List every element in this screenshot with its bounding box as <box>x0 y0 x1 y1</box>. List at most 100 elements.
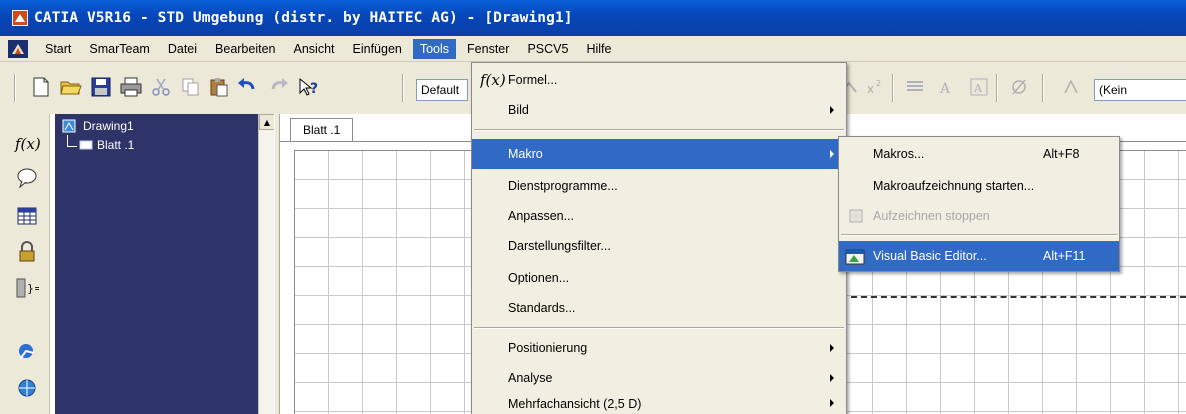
menu-item-optionen[interactable]: Optionen... <box>472 263 846 293</box>
menu-item-visual-basic-editor[interactable]: Visual Basic Editor... Alt+F11 <box>839 241 1119 271</box>
submenu-arrow-icon <box>830 399 834 407</box>
menu-item-anpassen[interactable]: Anpassen... <box>472 201 846 231</box>
paste-icon[interactable] <box>206 74 232 100</box>
menu-datei[interactable]: Datei <box>161 39 204 59</box>
menu-hilfe[interactable]: Hilfe <box>579 39 618 59</box>
menu-item-mehrfachansicht[interactable]: Mehrfachansicht (2,5 D) <box>472 393 846 414</box>
menu-fenster[interactable]: Fenster <box>460 39 516 59</box>
menu-item-aufzeichnen-stoppen: Aufzeichnen stoppen <box>839 201 1119 231</box>
open-folder-icon[interactable] <box>58 74 84 100</box>
menu-shortcut: Alt+F8 <box>1043 147 1080 161</box>
svg-text:2: 2 <box>876 79 881 88</box>
svg-text:?: ? <box>310 81 318 97</box>
menu-item-label: Visual Basic Editor... <box>873 249 987 263</box>
whats-this-help-icon[interactable]: ? <box>296 74 322 100</box>
menu-bearbeiten[interactable]: Bearbeiten <box>208 39 282 59</box>
tree-scrollbar[interactable]: ▲ <box>258 114 275 414</box>
menu-item-makros[interactable]: Makros... Alt+F8 <box>839 139 1119 169</box>
submenu-arrow-icon <box>830 106 834 114</box>
menu-item-label: Dienstprogramme... <box>508 179 618 193</box>
diameter-symbol-icon[interactable] <box>1006 74 1032 100</box>
svg-text:f(x): f(x) <box>14 135 40 153</box>
tools-menu: f(x) Formel... Bild Makro Dienstprogramm… <box>471 62 847 414</box>
lock-icon[interactable] <box>12 238 42 266</box>
menu-item-label: Bild <box>508 103 529 117</box>
tree-connector <box>67 146 77 147</box>
toolbar-separator <box>14 74 16 102</box>
menu-separator <box>474 129 844 131</box>
framed-text-icon[interactable]: A <box>966 74 992 100</box>
menu-item-makro[interactable]: Makro <box>472 139 846 169</box>
analysis-icon[interactable] <box>12 338 42 366</box>
comment-icon[interactable] <box>12 164 42 192</box>
menu-item-label: Aufzeichnen stoppen <box>873 209 990 223</box>
menu-item-bild[interactable]: Bild <box>472 95 846 125</box>
table-icon[interactable] <box>12 202 42 230</box>
parameter-icon[interactable]: }= <box>12 274 42 302</box>
text-color-icon[interactable] <box>1058 74 1084 100</box>
menu-item-label: Anpassen... <box>508 209 575 223</box>
menu-item-label: Makro <box>508 147 543 161</box>
superscript-icon[interactable]: x2 <box>862 74 888 100</box>
tree-child-node[interactable]: Blatt .1 <box>79 138 134 152</box>
menu-item-label: Makros... <box>873 147 925 161</box>
left-toolbar: f(x) }= <box>0 114 50 414</box>
style-combo[interactable]: Default <box>416 79 468 101</box>
toolbar-separator <box>402 74 404 102</box>
menu-shortcut: Alt+F11 <box>1043 249 1086 263</box>
menu-item-label: Mehrfachansicht (2,5 D) <box>508 397 642 411</box>
menu-ansicht[interactable]: Ansicht <box>287 39 342 59</box>
submenu-arrow-icon <box>830 150 834 158</box>
undo-icon[interactable] <box>234 74 260 100</box>
toolbar-separator <box>996 74 998 102</box>
drawing-tree-icon <box>62 119 76 133</box>
scroll-up-button[interactable]: ▲ <box>259 114 275 130</box>
specification-tree: Drawing1 Blatt .1 <box>55 114 258 414</box>
menu-start[interactable]: Start <box>38 39 78 59</box>
save-disk-icon[interactable] <box>88 74 114 100</box>
menu-separator <box>841 234 1117 236</box>
menu-item-standards[interactable]: Standards... <box>472 293 846 323</box>
sheet-tree-icon <box>79 140 93 150</box>
new-document-icon[interactable] <box>28 74 54 100</box>
text-align-icon[interactable] <box>902 74 928 100</box>
print-icon[interactable] <box>118 74 144 100</box>
submenu-arrow-icon <box>830 374 834 382</box>
text-frame-icon[interactable]: A <box>934 74 960 100</box>
menu-item-label: Analyse <box>508 371 553 385</box>
menu-einfuegen[interactable]: Einfügen <box>346 39 409 59</box>
submenu-arrow-icon <box>830 344 834 352</box>
tree-connector <box>67 135 68 146</box>
svg-text:}=: }= <box>27 282 39 295</box>
formula-icon[interactable]: f(x) <box>12 130 42 158</box>
menu-item-label: Standards... <box>508 301 576 315</box>
catia-app-icon[interactable] <box>12 10 28 26</box>
menu-item-makroaufzeichnung[interactable]: Makroaufzeichnung starten... <box>839 171 1119 201</box>
copy-icon[interactable] <box>178 74 204 100</box>
svg-text:x: x <box>867 82 874 96</box>
menu-pscv5[interactable]: PSCV5 <box>520 39 575 59</box>
menu-smarteam[interactable]: SmarTeam <box>82 39 156 59</box>
menu-item-darstellungsfilter[interactable]: Darstellungsfilter... <box>472 231 846 261</box>
stop-record-icon <box>849 209 863 223</box>
menu-item-positionierung[interactable]: Positionierung <box>472 333 846 363</box>
svg-text:A: A <box>973 82 983 95</box>
menu-bar: Start SmarTeam Datei Bearbeiten Ansicht … <box>0 36 1186 62</box>
menu-item-label: Formel... <box>508 73 558 87</box>
svg-text:f(x): f(x) <box>480 71 506 89</box>
tree-child-label: Blatt .1 <box>97 138 135 152</box>
menu-item-analyse[interactable]: Analyse <box>472 363 846 393</box>
tree-root-label: Drawing1 <box>83 119 134 133</box>
cut-icon[interactable] <box>148 74 174 100</box>
catia-compass-icon[interactable] <box>8 39 28 58</box>
window-title: CATIA V5R16 - STD Umgebung (distr. by HA… <box>34 10 573 26</box>
tree-root-node[interactable]: Drawing1 <box>61 118 134 134</box>
globe-tool-icon[interactable] <box>12 374 42 402</box>
sheet-tab[interactable]: Blatt .1 <box>290 118 354 142</box>
menu-item-formel[interactable]: f(x) Formel... <box>472 65 846 95</box>
menu-tools[interactable]: Tools <box>412 38 457 59</box>
title-bar: CATIA V5R16 - STD Umgebung (distr. by HA… <box>0 0 1186 36</box>
menu-item-dienstprogramme[interactable]: Dienstprogramme... <box>472 171 846 201</box>
font-combo[interactable]: (Kein <box>1094 79 1186 101</box>
menu-item-label: Positionierung <box>508 341 588 355</box>
